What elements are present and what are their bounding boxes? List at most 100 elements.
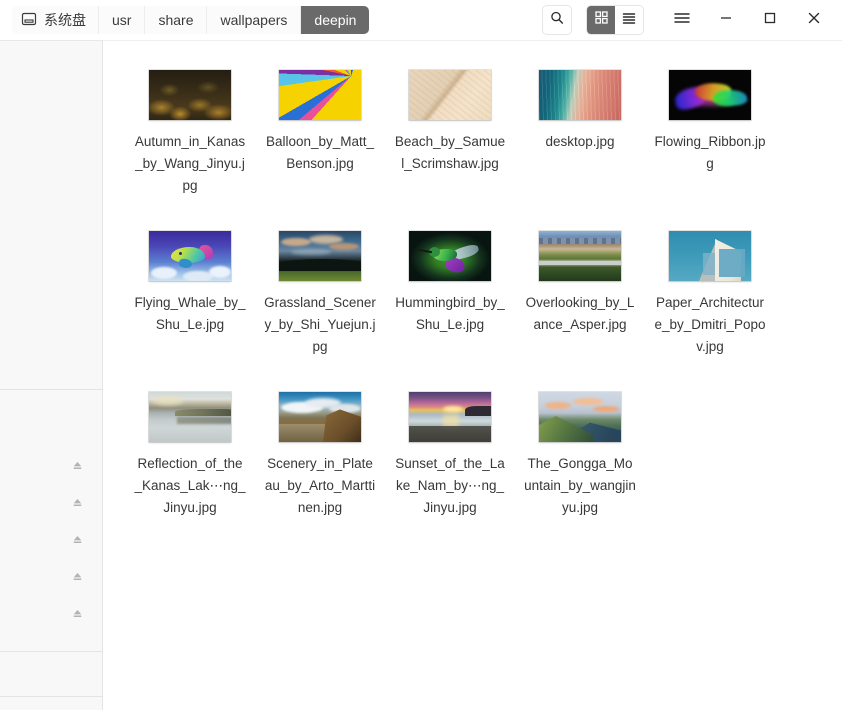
eject-icon[interactable] xyxy=(71,570,84,588)
file-name: Overlooking_by_Lance_Asper.jpg xyxy=(525,295,635,332)
breadcrumb: 系统盘 usr share wallpapers deepin xyxy=(12,6,370,34)
file-item[interactable]: Grassland_Scenery_by_Shi_Yuejun.jpg xyxy=(255,211,385,358)
list-view-button[interactable] xyxy=(615,6,643,34)
file-grid-area[interactable]: Autumn_in_Kanas_by_Wang_Jinyu.jpg Balloo… xyxy=(103,40,842,710)
close-button[interactable] xyxy=(792,0,836,40)
file-thumbnail xyxy=(669,231,751,281)
file-item[interactable]: Flowing_Ribbon.jpg xyxy=(645,55,775,197)
search-button[interactable] xyxy=(542,5,572,35)
eject-icon[interactable] xyxy=(71,496,84,514)
window-body: Autumn_in_Kanas_by_Wang_Jinyu.jpg Balloo… xyxy=(0,40,842,710)
thumbnail-wrapper xyxy=(255,69,385,121)
search-icon xyxy=(549,10,565,31)
file-name: desktop.jpg xyxy=(545,134,615,149)
file-item[interactable]: Balloon_by_Matt_Benson.jpg xyxy=(255,55,385,197)
file-thumbnail xyxy=(279,392,361,442)
file-name: Hummingbird_by_Shu_Le.jpg xyxy=(395,295,505,332)
sidebar-group-spacer xyxy=(0,634,102,651)
breadcrumb-label: share xyxy=(158,12,194,28)
thumbnail-wrapper xyxy=(385,391,515,443)
breadcrumb-item-deepin[interactable]: deepin xyxy=(301,6,370,34)
file-item[interactable]: Overlooking_by_Lance_Asper.jpg xyxy=(515,211,645,358)
thumbnail-wrapper xyxy=(645,69,775,121)
file-name: Grassland_Scenery_by_Shi_Yuejun.jpg xyxy=(264,295,376,354)
thumbnail-wrapper xyxy=(125,230,255,282)
file-thumbnail xyxy=(539,392,621,442)
eject-icon[interactable] xyxy=(71,533,84,551)
file-manager-window: 系统盘 usr share wallpapers deepin Autumn_i… xyxy=(0,0,842,710)
eject-icon[interactable] xyxy=(71,459,84,477)
file-item[interactable]: Scenery_in_Plateau_by_Arto_Marttinen.jpg xyxy=(255,372,385,519)
file-grid-row: Flying_Whale_by_Shu_Le.jpg Grassland_Sce… xyxy=(103,197,842,358)
breadcrumb-label: wallpapers xyxy=(220,12,288,28)
breadcrumb-label: usr xyxy=(112,12,132,28)
file-thumbnail xyxy=(539,70,621,120)
sidebar-group-spacer xyxy=(0,390,102,449)
file-thumbnail xyxy=(669,70,751,120)
close-icon xyxy=(806,11,822,30)
file-name: Flying_Whale_by_Shu_Le.jpg xyxy=(134,295,246,332)
file-thumbnail xyxy=(279,231,361,281)
file-thumbnail xyxy=(409,70,491,120)
file-name: Sunset_of_the_Lake_Nam_by⋯ng_Jinyu.jpg xyxy=(395,456,505,515)
thumbnail-wrapper xyxy=(255,230,385,282)
sidebar xyxy=(0,40,103,710)
sidebar-item-device-1[interactable] xyxy=(0,449,102,486)
file-item[interactable]: Hummingbird_by_Shu_Le.jpg xyxy=(385,211,515,358)
grid-view-button[interactable] xyxy=(587,6,615,34)
menu-button[interactable] xyxy=(660,0,704,40)
file-thumbnail xyxy=(149,392,231,442)
file-thumbnail xyxy=(149,70,231,120)
sidebar-item-device-5[interactable] xyxy=(0,597,102,634)
sidebar-item-device-2[interactable] xyxy=(0,486,102,523)
file-name: Autumn_in_Kanas_by_Wang_Jinyu.jpg xyxy=(134,134,246,193)
file-item[interactable]: Beach_by_Samuel_Scrimshaw.jpg xyxy=(385,55,515,197)
sidebar-item-device-3[interactable] xyxy=(0,523,102,560)
file-name: Balloon_by_Matt_Benson.jpg xyxy=(265,134,375,171)
file-thumbnail xyxy=(149,231,231,281)
thumbnail-wrapper xyxy=(515,230,645,282)
file-item[interactable]: Paper_Architecture_by_Dmitri_Popov.jpg xyxy=(645,211,775,358)
file-item[interactable]: The_Gongga_Mountain_by_wangjinyu.jpg xyxy=(515,372,645,519)
sidebar-group-tail xyxy=(0,697,102,710)
thumbnail-wrapper xyxy=(515,391,645,443)
file-item[interactable]: Flying_Whale_by_Shu_Le.jpg xyxy=(125,211,255,358)
thumbnail-wrapper xyxy=(385,230,515,282)
thumbnail-wrapper xyxy=(645,230,775,282)
file-grid-row: Autumn_in_Kanas_by_Wang_Jinyu.jpg Balloo… xyxy=(103,41,842,197)
list-view-icon xyxy=(621,11,637,30)
breadcrumb-item-usr[interactable]: usr xyxy=(99,6,146,34)
thumbnail-wrapper xyxy=(125,69,255,121)
file-name: Reflection_of_the_Kanas_Lak⋯ng_Jinyu.jpg xyxy=(134,456,246,515)
breadcrumb-item-system-disk[interactable]: 系统盘 xyxy=(12,6,99,34)
file-thumbnail xyxy=(409,231,491,281)
sidebar-group-devices xyxy=(0,390,102,651)
thumbnail-wrapper xyxy=(515,69,645,121)
breadcrumb-item-share[interactable]: share xyxy=(145,6,208,34)
thumbnail-wrapper xyxy=(385,69,515,121)
file-item[interactable]: Reflection_of_the_Kanas_Lak⋯ng_Jinyu.jpg xyxy=(125,372,255,519)
file-thumbnail xyxy=(279,70,361,120)
file-item[interactable]: Sunset_of_the_Lake_Nam_by⋯ng_Jinyu.jpg xyxy=(385,372,515,519)
grid-view-icon xyxy=(594,10,609,30)
maximize-icon xyxy=(762,11,778,30)
breadcrumb-label: deepin xyxy=(314,12,357,28)
file-name: The_Gongga_Mountain_by_wangjinyu.jpg xyxy=(524,456,636,515)
hamburger-menu-icon xyxy=(673,11,691,30)
file-name: Paper_Architecture_by_Dmitri_Popov.jpg xyxy=(654,295,766,354)
thumbnail-wrapper xyxy=(255,391,385,443)
titlebar: 系统盘 usr share wallpapers deepin xyxy=(0,0,842,40)
file-name: Flowing_Ribbon.jpg xyxy=(654,134,766,171)
file-name: Beach_by_Samuel_Scrimshaw.jpg xyxy=(394,134,506,171)
file-grid-row: Reflection_of_the_Kanas_Lak⋯ng_Jinyu.jpg… xyxy=(103,358,842,519)
file-item[interactable]: desktop.jpg xyxy=(515,55,645,197)
breadcrumb-item-wallpapers[interactable]: wallpapers xyxy=(207,6,302,34)
eject-icon[interactable] xyxy=(71,607,84,625)
view-mode-toggle[interactable] xyxy=(586,5,644,35)
minimize-icon xyxy=(718,11,734,30)
sidebar-item-device-4[interactable] xyxy=(0,560,102,597)
minimize-button[interactable] xyxy=(704,0,748,40)
file-item[interactable]: Autumn_in_Kanas_by_Wang_Jinyu.jpg xyxy=(125,55,255,197)
maximize-button[interactable] xyxy=(748,0,792,40)
file-thumbnail xyxy=(409,392,491,442)
